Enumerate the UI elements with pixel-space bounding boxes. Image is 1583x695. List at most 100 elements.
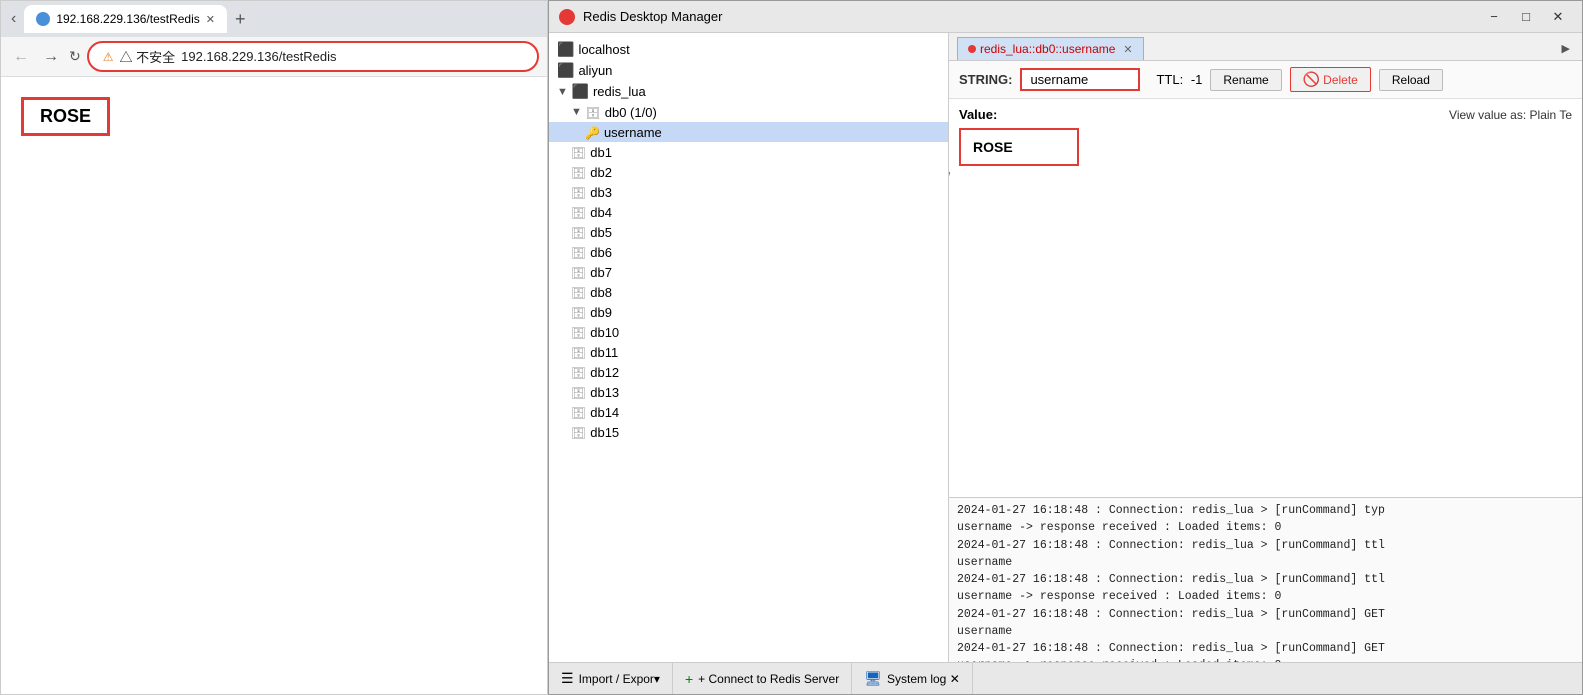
tree-item-localhost[interactable]: ⬛ localhost <box>549 39 948 60</box>
tree-icon-db: 🗄 <box>571 404 586 420</box>
tree-icon-db: 🗄 <box>571 144 586 160</box>
detail-tab-username[interactable]: redis_lua::db0::username ✕ <box>957 37 1144 60</box>
tree-item-db11[interactable]: 🗄db11 <box>549 342 948 362</box>
rdm-detail-toolbar: STRING: username TTL: -1 Rename 🚫 Delete… <box>949 61 1582 99</box>
tree-label: redis_lua <box>593 84 646 99</box>
reload-button[interactable]: Reload <box>1379 69 1443 91</box>
tree-label: db6 <box>590 245 612 260</box>
detail-tab-close-icon[interactable]: ✕ <box>1123 43 1132 56</box>
tree-icon-db: 🗄 <box>571 224 586 240</box>
tree-item-db12[interactable]: 🗄 db12 <box>549 362 948 382</box>
tree-item-db0[interactable]: ▼ 🗄db0 (1/0) <box>549 102 948 122</box>
tab-close-icon[interactable]: ✕ <box>206 13 215 26</box>
import-export-label: Import / Expor▾ <box>579 672 660 686</box>
tree-label: aliyun <box>578 63 612 78</box>
tree-item-redis_lua[interactable]: ▼ ⬛redis_lua <box>549 81 948 102</box>
tree-label: db15 <box>590 425 619 440</box>
tree-icon-db: 🗄 <box>571 424 586 440</box>
tree-icon-db: 🗄 <box>571 344 586 360</box>
tree-label: db12 <box>590 365 619 380</box>
new-tab-button[interactable]: + <box>231 9 250 30</box>
import-export-button[interactable]: ☰ Import / Expor▾ <box>549 663 673 695</box>
browser-tab-bar: ‹ 192.168.229.136/testRedis ✕ + <box>1 1 547 37</box>
close-button[interactable]: ✕ <box>1544 6 1572 28</box>
tree-label: db8 <box>590 285 612 300</box>
tree-icon-server: ⬛ <box>572 83 589 100</box>
arrow-area <box>959 172 1572 489</box>
tree-item-db8[interactable]: 🗄db8 <box>549 282 948 302</box>
forward-button[interactable]: → <box>39 46 63 68</box>
tree-icon-db: 🗄 <box>571 364 586 380</box>
detail-value-area: Value: View value as: Plain Te ROSE <box>949 99 1582 497</box>
tree-item-db7[interactable]: 🗄db7 <box>549 262 948 282</box>
maximize-button[interactable]: □ <box>1512 6 1540 28</box>
browser-tab[interactable]: 192.168.229.136/testRedis ✕ <box>24 5 227 33</box>
browser-toolbar: ← → ↻ ⚠ △ 不安全 192.168.229.136/testRedis <box>1 37 547 77</box>
tree-label: db3 <box>590 185 612 200</box>
tree-item-db13[interactable]: 🗄db13 <box>549 382 948 402</box>
tree-item-db6[interactable]: 🗄 db6 <box>549 242 948 262</box>
browser-window: ‹ 192.168.229.136/testRedis ✕ + ← → ↻ ⚠ … <box>0 0 548 695</box>
rdm-log-area: 2024-01-27 16:18:48 : Connection: redis_… <box>949 497 1582 662</box>
tree-label: db2 <box>590 165 612 180</box>
log-line: username -> response received : Loaded i… <box>957 588 1574 605</box>
log-line: 2024-01-27 16:18:48 : Connection: redis_… <box>957 606 1574 623</box>
syslog-icon: 🖥 <box>864 670 882 687</box>
browser-content: ROSE <box>1 77 547 694</box>
key-input[interactable]: username <box>1020 68 1140 91</box>
value-content-text: ROSE <box>973 139 1013 155</box>
tree-label: db7 <box>590 265 612 280</box>
tree-item-db2[interactable]: 🗄db2 <box>549 162 948 182</box>
tree-label: db4 <box>590 205 612 220</box>
tree-label: db9 <box>590 305 612 320</box>
tree-item-db10[interactable]: 🗄 db10 <box>549 322 948 342</box>
rdm-window-controls: − □ ✕ <box>1480 6 1572 28</box>
tree-icon-server: ⬛ <box>557 41 574 58</box>
tree-label: db10 <box>590 325 619 340</box>
tree-icon-db: 🗄 <box>571 324 586 340</box>
tree-item-db3[interactable]: 🗄db3 <box>549 182 948 202</box>
scroll-right-icon[interactable]: ▶ <box>1562 42 1574 55</box>
tree-label: db1 <box>590 145 612 160</box>
connect-redis-button[interactable]: + + Connect to Redis Server <box>673 663 852 695</box>
tree-item-db4[interactable]: 🗄 db4 <box>549 202 948 222</box>
tree-label: db14 <box>590 405 619 420</box>
tab-dot-icon <box>968 45 976 53</box>
annotation-arrow <box>949 152 1399 412</box>
tree-item-db14[interactable]: 🗄 db14 <box>549 402 948 422</box>
tree-item-username[interactable]: 🔑username <box>549 122 948 142</box>
connect-icon: + <box>685 671 693 687</box>
tree-item-db5[interactable]: 🗄db5 <box>549 222 948 242</box>
import-export-icon: ☰ <box>561 670 574 687</box>
type-label: STRING: <box>959 72 1012 87</box>
rdm-window: Redis Desktop Manager − □ ✕ ⬛localhost⬛a… <box>548 0 1583 695</box>
rename-button[interactable]: Rename <box>1210 69 1281 91</box>
value-label: Value: <box>959 107 997 122</box>
log-line: username <box>957 623 1574 640</box>
log-line: 2024-01-27 16:18:48 : Connection: redis_… <box>957 640 1574 657</box>
syslog-button[interactable]: 🖥 System log ✕ <box>852 663 973 695</box>
log-line: username -> response received : Loaded i… <box>957 519 1574 536</box>
browser-back-arrow[interactable]: ‹ <box>7 8 20 30</box>
rdm-tree-content: ⬛localhost⬛aliyun▼ ⬛redis_lua▼ 🗄db0 (1/0… <box>549 33 948 662</box>
tree-item-db9[interactable]: 🗄db9 <box>549 302 948 322</box>
tree-item-db1[interactable]: 🗄 db1 <box>549 142 948 162</box>
tree-label: localhost <box>578 42 629 57</box>
delete-button[interactable]: 🚫 Delete <box>1290 67 1371 92</box>
tree-item-aliyun[interactable]: ⬛aliyun <box>549 60 948 81</box>
security-warning-icon: ⚠ <box>103 50 114 64</box>
url-bar[interactable]: ⚠ △ 不安全 192.168.229.136/testRedis <box>87 41 539 72</box>
tab-favicon-icon <box>36 12 50 26</box>
back-button[interactable]: ← <box>9 46 33 68</box>
tree-label: username <box>604 125 662 140</box>
rdm-statusbar: ☰ Import / Expor▾ + + Connect to Redis S… <box>549 662 1582 694</box>
connect-label: + Connect to Redis Server <box>698 672 839 686</box>
rdm-main-area: ⬛localhost⬛aliyun▼ ⬛redis_lua▼ 🗄db0 (1/0… <box>549 33 1582 662</box>
refresh-button[interactable]: ↻ <box>69 48 81 65</box>
rdm-titlebar: Redis Desktop Manager − □ ✕ <box>549 1 1582 33</box>
delete-icon: 🚫 <box>1303 71 1320 88</box>
tree-icon-db: 🗄 <box>571 244 586 260</box>
tree-icon-db: 🗄 <box>571 204 586 220</box>
minimize-button[interactable]: − <box>1480 6 1508 28</box>
tree-item-db15[interactable]: 🗄 db15 <box>549 422 948 442</box>
